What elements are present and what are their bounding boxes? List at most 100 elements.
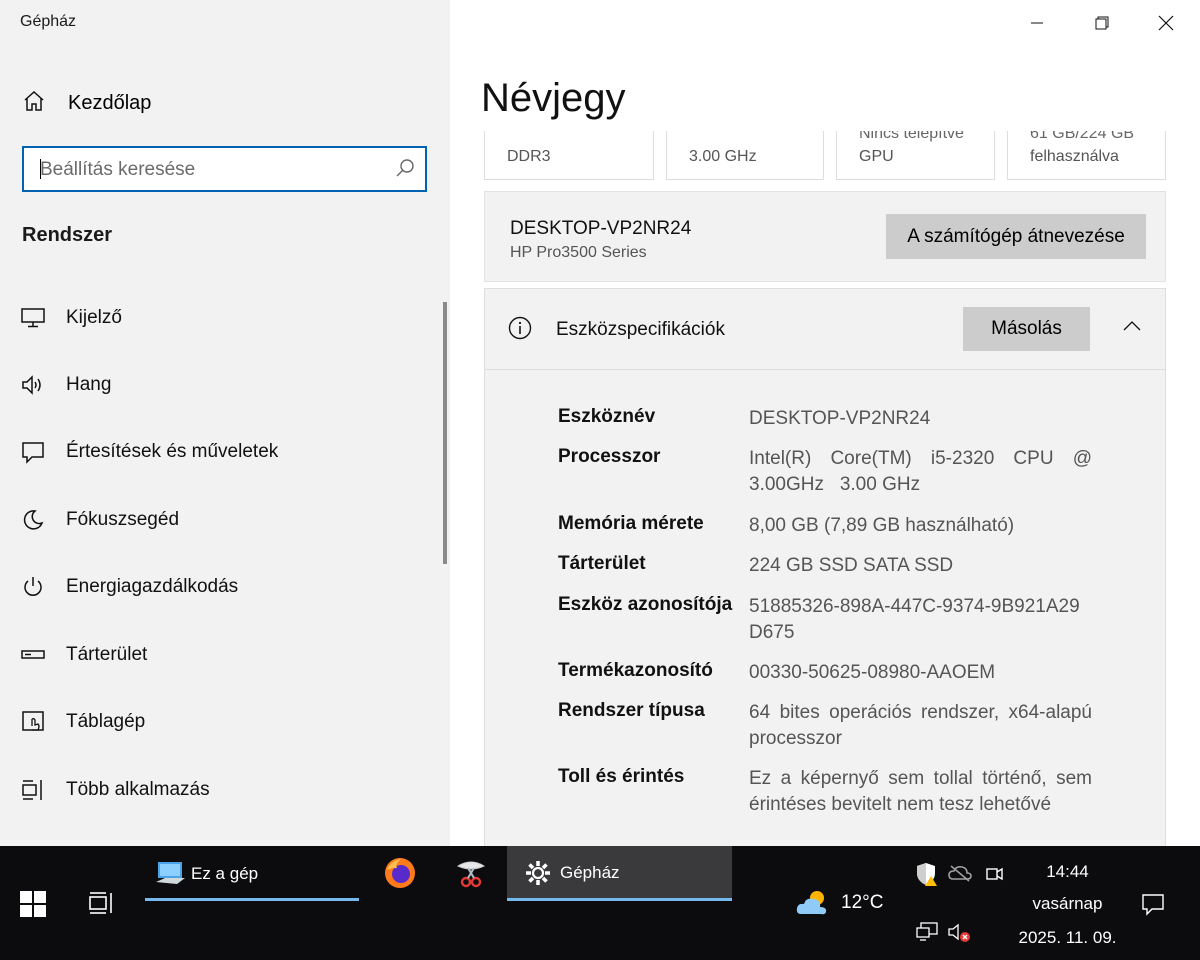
- ethernet-icon: [916, 922, 938, 941]
- spec-value: 64 bites operációs rendszer, x64-alapú p…: [749, 702, 1092, 749]
- search-input[interactable]: Beállítás keresése: [40, 159, 195, 181]
- close-button[interactable]: [1151, 8, 1181, 38]
- tablet-icon: [20, 709, 46, 735]
- close-icon: [1158, 15, 1174, 31]
- sidebar-item-label: Hang: [66, 374, 112, 395]
- spec-key: Eszköz azonosítója: [558, 594, 733, 615]
- notification-icon: [1142, 894, 1164, 916]
- tile-line1: Nincs telepítve: [859, 131, 964, 142]
- spec-key: Termékazonosító: [558, 660, 713, 681]
- taskbar-app-firefox[interactable]: [383, 856, 417, 890]
- storage-icon: [20, 642, 46, 668]
- computer-model: HP Pro3500 Series: [510, 244, 647, 261]
- settings-search-box[interactable]: Beállítás keresése: [22, 146, 427, 192]
- network-tray-icon[interactable]: [916, 922, 938, 942]
- spec-key: Rendszer típusa: [558, 700, 705, 721]
- sidebar-item-storage[interactable]: Tárterület: [20, 639, 440, 671]
- chevron-up-icon[interactable]: [1122, 319, 1142, 337]
- rename-pc-button[interactable]: A számítógép átnevezése: [886, 214, 1146, 259]
- active-indicator: [507, 898, 732, 901]
- weather-widget[interactable]: 12°C: [795, 888, 883, 918]
- device-specifications-panel: Eszközspecifikációk Másolás Eszköznév DE…: [484, 288, 1166, 846]
- clock-day[interactable]: vasárnap: [1010, 894, 1125, 914]
- sidebar-item-label: Tárterület: [66, 644, 148, 665]
- taskbar-app-this-pc[interactable]: Ez a gép: [155, 858, 258, 890]
- security-tray-icon[interactable]: [916, 862, 938, 886]
- clock-date[interactable]: 2025. 11. 09.: [1010, 928, 1125, 948]
- video-camera-icon: [986, 867, 1003, 881]
- tile-line2: DDR3: [507, 148, 551, 165]
- tile-line2: felhasználva: [1030, 148, 1119, 165]
- page-title: Névjegy: [481, 76, 626, 120]
- clock-date-text: 2025. 11. 09.: [1018, 928, 1117, 947]
- weather-temperature: 12°C: [841, 892, 884, 913]
- active-indicator: [145, 898, 359, 901]
- sidebar-item-label: Táblagép: [66, 711, 146, 732]
- sidebar-item-multitasking[interactable]: Több alkalmazás: [20, 774, 440, 806]
- computer-name-card: DESKTOP-VP2NR24 HP Pro3500 Series A szám…: [484, 191, 1166, 282]
- speaker-muted-icon: [948, 923, 970, 942]
- sidebar-item-label: Értesítések és műveletek: [66, 441, 279, 462]
- start-button[interactable]: [20, 891, 46, 917]
- spec-key: Memória mérete: [558, 513, 704, 534]
- monitor-icon: [20, 305, 46, 331]
- sidebar-item-tablet[interactable]: Táblagép: [20, 706, 440, 738]
- home-icon: [22, 89, 46, 118]
- tile-line2: GPU: [859, 148, 894, 165]
- partly-cloudy-icon: [796, 891, 827, 915]
- cloud-offline-icon: [948, 865, 972, 882]
- spec-value: 224 GB SSD SATA SSD: [749, 555, 954, 576]
- sidebar-item-label: Kijelző: [66, 307, 122, 328]
- sidebar-item-label: Fókuszsegéd: [66, 509, 180, 530]
- clock-time-text: 14:44: [1046, 862, 1089, 881]
- firefox-icon: [385, 858, 415, 888]
- spec-key: Toll és érintés: [558, 766, 685, 787]
- onedrive-tray-icon[interactable]: [948, 864, 972, 882]
- minimize-icon: [1031, 22, 1043, 24]
- spec-tile-gpu: Nincs telepítve GPU: [836, 131, 995, 180]
- scissors-icon: [456, 861, 486, 888]
- notification-icon: [20, 439, 46, 465]
- clock-time[interactable]: 14:44: [1010, 862, 1125, 882]
- spec-tile-memory: DDR3: [484, 131, 654, 180]
- spec-value: 51885326-898A-447C-9374-9B921A29D675: [749, 596, 1080, 643]
- meet-now-tray-icon[interactable]: [986, 864, 1004, 884]
- power-icon: [20, 574, 46, 600]
- sidebar: Gépház Kezdőlap Beállítás keresése Rends…: [0, 0, 450, 846]
- sidebar-item-power[interactable]: Energiagazdálkodás: [20, 571, 440, 603]
- minimize-button[interactable]: [1022, 8, 1052, 38]
- tile-line1: 61 GB/224 GB: [1030, 131, 1135, 142]
- spec-value: DESKTOP-VP2NR24: [749, 408, 931, 429]
- sidebar-item-sound[interactable]: Hang: [20, 369, 440, 401]
- search-icon[interactable]: [395, 158, 415, 183]
- spec-header[interactable]: Eszközspecifikációk Másolás: [485, 289, 1165, 370]
- spec-tile-storage: 61 GB/224 GB felhasználva: [1007, 131, 1166, 180]
- info-icon: [508, 316, 532, 345]
- taskbar-app-label: Ez a gép: [191, 864, 259, 883]
- copy-button[interactable]: Másolás: [963, 307, 1090, 351]
- taskbar-app-label: Gépház: [560, 863, 620, 882]
- volume-tray-icon[interactable]: [948, 922, 972, 944]
- taskbar-app-settings[interactable]: Gépház: [507, 846, 732, 900]
- spec-key: Eszköznév: [558, 406, 656, 427]
- restore-button[interactable]: [1087, 8, 1117, 38]
- gear-icon: [526, 861, 550, 885]
- taskbar-app-snipping-tool[interactable]: [454, 856, 488, 890]
- spec-tile-processor: 3.00 GHz: [666, 131, 824, 180]
- content-scroll-area: DDR3 3.00 GHz Nincs telepítve GPU 61 GB/…: [450, 131, 1200, 846]
- spec-value: 00330-50625-08980-AAOEM: [749, 662, 996, 683]
- sidebar-item-notifications[interactable]: Értesítések és műveletek: [20, 436, 440, 468]
- home-nav-item[interactable]: Kezdőlap: [22, 88, 151, 118]
- sidebar-item-display[interactable]: Kijelző: [20, 302, 440, 334]
- sidebar-item-focus-assist[interactable]: Fókuszsegéd: [20, 504, 440, 536]
- task-view-button[interactable]: [88, 891, 114, 915]
- spec-value: Ez a képernyő sem tollal történő, sem ér…: [749, 768, 1092, 815]
- spec-key: Processzor: [558, 446, 661, 467]
- spec-key: Tárterület: [558, 553, 646, 574]
- sidebar-scrollbar[interactable]: [443, 302, 447, 564]
- action-center-button[interactable]: [1141, 892, 1165, 916]
- spec-value: 8,00 GB (7,89 GB használható): [749, 515, 1015, 536]
- clock-day-text: vasárnap: [1032, 894, 1103, 913]
- restore-icon: [1095, 16, 1109, 30]
- app-title: Gépház: [20, 13, 77, 30]
